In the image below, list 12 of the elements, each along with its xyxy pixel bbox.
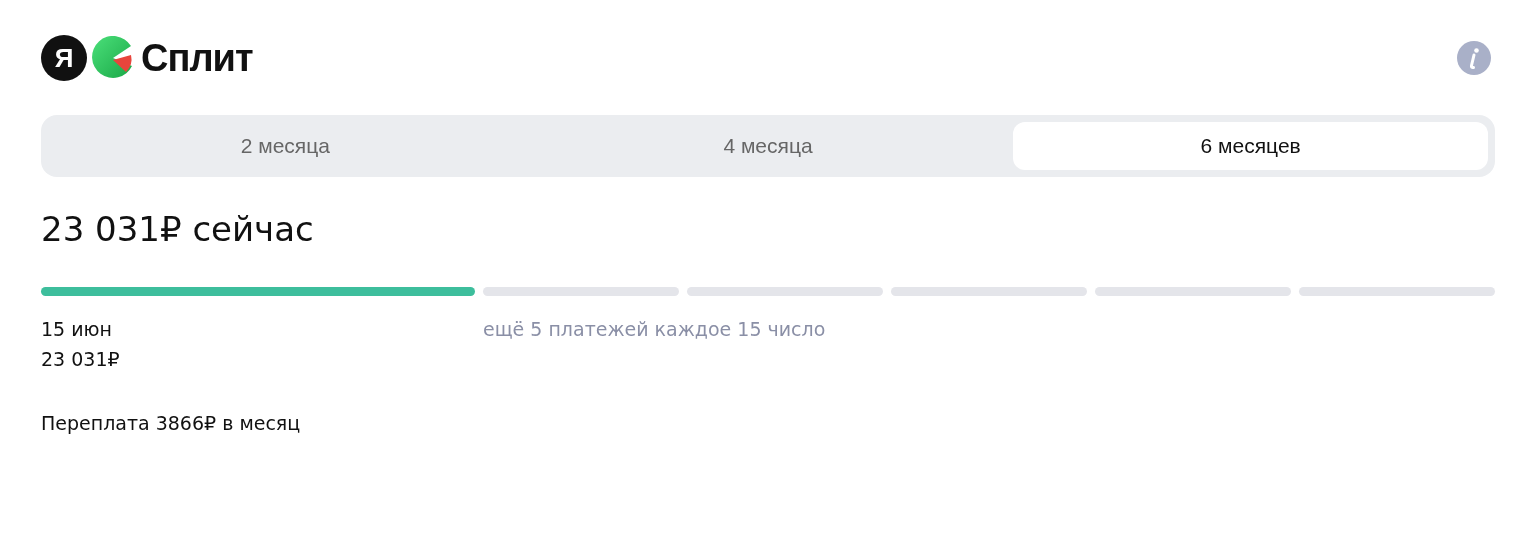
logo-wordmark: Сплит xyxy=(141,36,253,80)
period-tab[interactable]: 6 месяцев xyxy=(1013,122,1488,170)
payment-amount: 23 031₽ xyxy=(41,347,121,372)
period-tab[interactable]: 4 месяца xyxy=(530,122,1006,170)
remaining-payments-note: ещё 5 платежей каждое 15 число xyxy=(483,317,827,342)
info-icon[interactable] xyxy=(1457,41,1491,75)
overpayment-note: Переплата 3866₽ в месяц xyxy=(41,411,302,436)
watermelon-logo-icon xyxy=(91,36,135,80)
logo-letter-badge: Я xyxy=(41,35,87,81)
amount-now: 23 031₽ сейчас xyxy=(41,209,315,251)
period-tab[interactable]: 2 месяца xyxy=(48,122,523,170)
payment-date: 15 июн xyxy=(41,317,113,342)
